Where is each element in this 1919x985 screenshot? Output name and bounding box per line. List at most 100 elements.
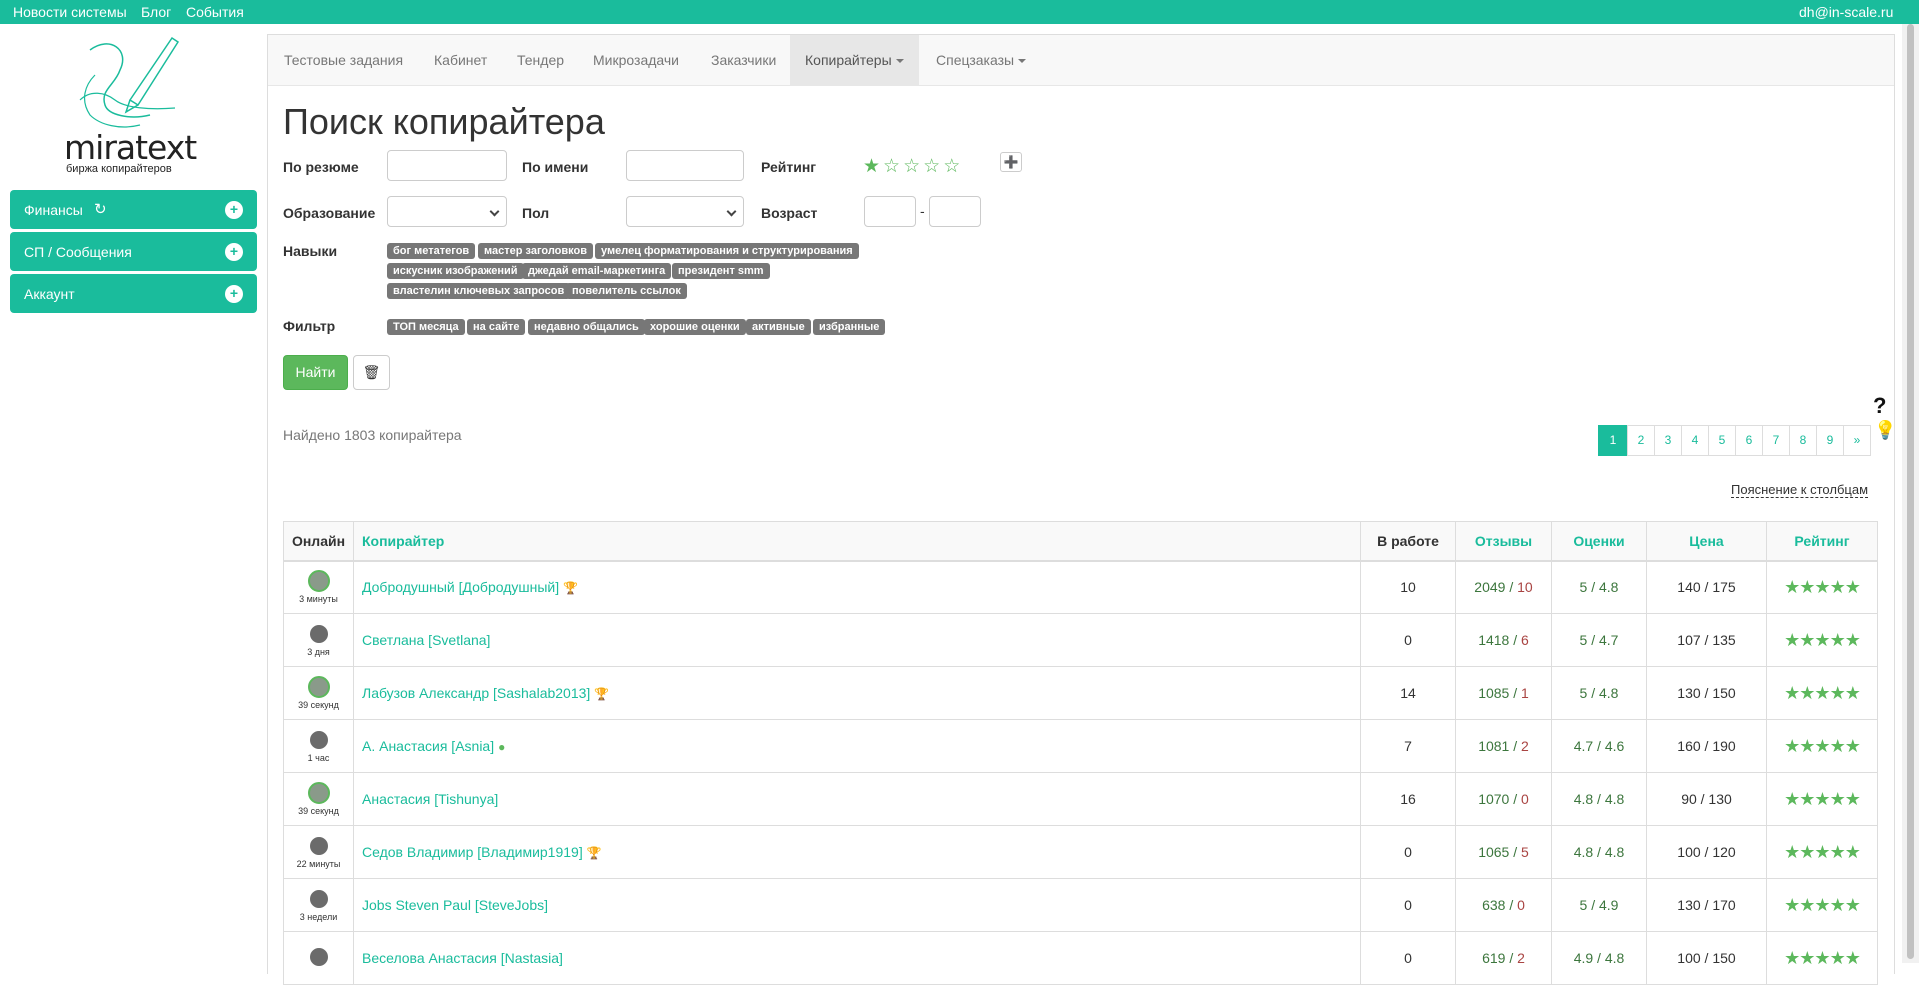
education-select[interactable] (387, 196, 507, 227)
link-news[interactable]: Новости системы (13, 4, 127, 20)
page-7[interactable]: 7 (1762, 425, 1790, 456)
avatar[interactable] (307, 729, 330, 751)
reviews-negative[interactable]: 2 (1521, 738, 1529, 754)
reviews-negative[interactable]: 5 (1521, 844, 1529, 860)
copywriter-link[interactable]: Светлана [Svetlana] (362, 632, 490, 648)
skill-tag[interactable]: властелин ключевых запросов (387, 283, 571, 299)
find-button[interactable]: Найти (283, 355, 348, 390)
page-next[interactable]: » (1843, 425, 1871, 456)
col-reviews[interactable]: Отзывы (1455, 521, 1552, 562)
avatar[interactable] (307, 835, 330, 857)
nav-copywriters[interactable]: Копирайтеры (790, 35, 919, 85)
col-price[interactable]: Цена (1646, 521, 1767, 562)
reviews-positive[interactable]: 619 (1482, 950, 1505, 966)
star-empty-icon[interactable]: ☆ (903, 156, 923, 177)
avatar[interactable] (307, 782, 330, 804)
filter-tag[interactable]: избранные (813, 319, 886, 335)
help-icon[interactable]: ? (1873, 393, 1886, 419)
avatar[interactable] (307, 888, 330, 910)
avatar[interactable] (307, 946, 330, 968)
age-from-input[interactable] (864, 196, 916, 227)
col-rating[interactable]: Рейтинг (1766, 521, 1878, 562)
skill-tag[interactable]: умелец форматирования и структурирования (595, 243, 859, 259)
link-events[interactable]: События (186, 4, 244, 20)
clear-filters-button[interactable]: 🗑 (353, 355, 390, 390)
reviews-positive[interactable]: 2049 (1474, 579, 1505, 595)
nav-special-orders[interactable]: Спецзаказы (936, 52, 1027, 68)
reviews-positive[interactable]: 1070 (1478, 791, 1509, 807)
expand-plus-icon[interactable]: + (225, 201, 243, 219)
star-filled-icon[interactable]: ★ (863, 156, 883, 177)
user-email-link[interactable]: dh@in-scale.ru (1799, 4, 1893, 20)
copywriter-link[interactable]: Веселова Анастасия [Nastasia] (362, 950, 563, 966)
reviews-positive[interactable]: 1081 (1478, 738, 1509, 754)
age-to-input[interactable] (929, 196, 981, 227)
lightbulb-icon[interactable]: 💡 (1874, 420, 1896, 441)
col-copywriter[interactable]: Копирайтер (353, 521, 1361, 562)
copywriter-link[interactable]: Jobs Steven Paul [SteveJobs] (362, 897, 548, 913)
name-input[interactable] (626, 150, 744, 181)
expand-plus-icon[interactable]: + (225, 243, 243, 261)
copywriter-link[interactable]: А. Анастасия [Asnia] (362, 738, 494, 754)
reviews-positive[interactable]: 1418 (1478, 632, 1509, 648)
skill-tag[interactable]: президент smm (672, 263, 770, 279)
reviews-negative[interactable]: 6 (1521, 632, 1529, 648)
nav-cabinet[interactable]: Кабинет (434, 52, 487, 68)
scrollbar-thumb[interactable] (1907, 24, 1914, 959)
gender-select[interactable] (626, 196, 744, 227)
copywriter-link[interactable]: Лабузов Александр [Sashalab2013] (362, 685, 590, 701)
page-4[interactable]: 4 (1681, 425, 1709, 456)
sidebar-item-account[interactable]: Аккаунт + (10, 274, 257, 313)
page-1[interactable]: 1 (1598, 425, 1628, 456)
filter-tag[interactable]: активные (746, 319, 811, 335)
page-2[interactable]: 2 (1627, 425, 1655, 456)
star-empty-icon[interactable]: ☆ (883, 156, 903, 177)
columns-explanation-link[interactable]: Пояснение к столбцам (1731, 482, 1869, 498)
reviews-negative[interactable]: 0 (1517, 897, 1525, 913)
reviews-negative[interactable]: 2 (1517, 950, 1525, 966)
filter-tag[interactable]: ТОП месяца (387, 319, 465, 335)
scrollbar[interactable] (1902, 24, 1919, 963)
logo-text[interactable]: miratext (64, 128, 197, 167)
resume-input[interactable] (387, 150, 507, 181)
nav-microtasks[interactable]: Микрозадачи (593, 52, 679, 68)
reviews-positive[interactable]: 1085 (1478, 685, 1509, 701)
copywriter-link[interactable]: Анастасия [Tishunya] (362, 791, 498, 807)
sidebar-item-messages[interactable]: СП / Сообщения + (10, 232, 257, 271)
star-empty-icon[interactable]: ☆ (943, 156, 963, 177)
add-filter-button[interactable]: ➕ (1000, 152, 1022, 172)
nav-test-tasks[interactable]: Тестовые задания (284, 52, 403, 68)
skill-tag[interactable]: искусник изображений (387, 263, 524, 279)
nav-customers[interactable]: Заказчики (711, 52, 776, 68)
avatar[interactable] (307, 623, 330, 645)
page-9[interactable]: 9 (1816, 425, 1844, 456)
skill-tag[interactable]: мастер заголовков (478, 243, 593, 259)
page-6[interactable]: 6 (1735, 425, 1763, 456)
skill-tag[interactable]: бог метатегов (387, 243, 476, 259)
avatar[interactable] (307, 676, 330, 698)
sidebar-item-finance[interactable]: Финансы ↻ + (10, 190, 257, 229)
col-scores[interactable]: Оценки (1551, 521, 1647, 562)
filter-tag[interactable]: хорошие оценки (644, 319, 746, 335)
skill-tag[interactable]: повелитель ссылок (566, 283, 687, 299)
page-5[interactable]: 5 (1708, 425, 1736, 456)
copywriter-link[interactable]: Седов Владимир [Владимир1919] (362, 844, 583, 860)
reviews-negative[interactable]: 0 (1521, 791, 1529, 807)
reviews-negative[interactable]: 10 (1517, 579, 1533, 595)
link-blog[interactable]: Блог (141, 4, 171, 20)
expand-plus-icon[interactable]: + (225, 285, 243, 303)
page-3[interactable]: 3 (1654, 425, 1682, 456)
nav-tender[interactable]: Тендер (517, 52, 564, 68)
reviews-negative[interactable]: 1 (1521, 685, 1529, 701)
reviews-positive[interactable]: 1065 (1478, 844, 1509, 860)
star-empty-icon[interactable]: ☆ (923, 156, 943, 177)
refresh-icon[interactable]: ↻ (94, 200, 107, 218)
copywriter-link[interactable]: Добродушный [Добродушный] (362, 579, 559, 595)
skill-tag[interactable]: джедай email-маркетинга (522, 263, 672, 279)
reviews-positive[interactable]: 638 (1482, 897, 1505, 913)
page-8[interactable]: 8 (1789, 425, 1817, 456)
rating-stars[interactable]: ★☆☆☆☆ (863, 155, 963, 178)
filter-tag[interactable]: недавно общались (528, 319, 645, 335)
avatar[interactable] (307, 570, 330, 593)
filter-tag[interactable]: на сайте (467, 319, 526, 335)
